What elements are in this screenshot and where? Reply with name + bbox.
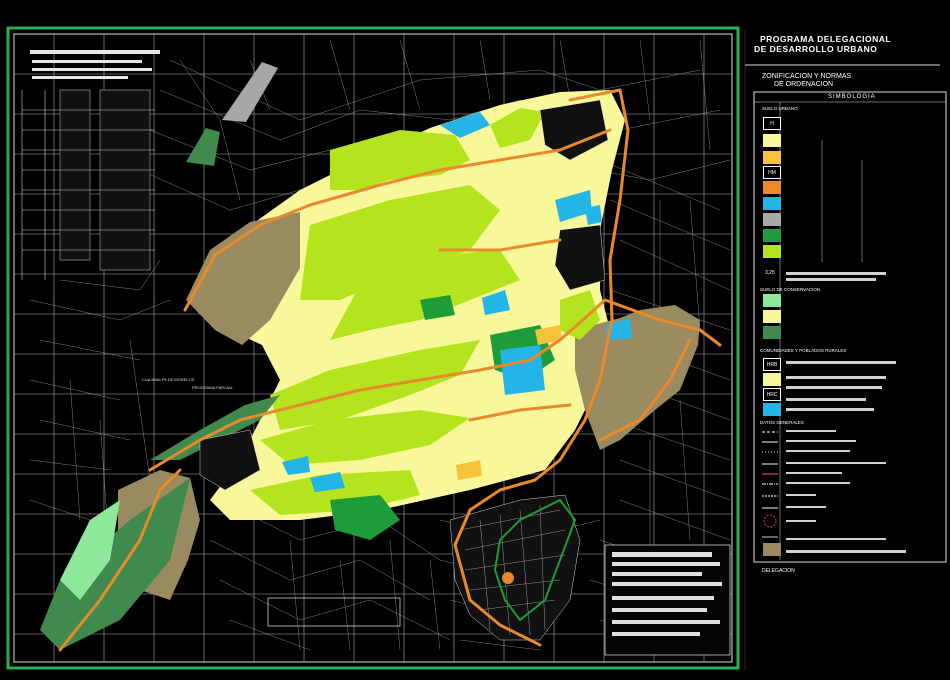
- swatch-rural-yellow: [763, 373, 781, 386]
- legend-code-hm: HM: [763, 166, 781, 179]
- swatch-equipamiento: [763, 197, 781, 210]
- plan-title-line1: ZONIFICACION Y NORMAS: [762, 73, 852, 80]
- swatch-industria: [763, 213, 781, 226]
- legend-code-h: H: [763, 117, 781, 130]
- map-label-cuajimalpa: CUAJIMALPA DE MORELOS: [142, 377, 195, 382]
- swatch-poblados: [763, 543, 781, 556]
- legend-heading: SIMBOLOGIA: [828, 94, 876, 100]
- map-label-programa-parcial: PROGRAMA PARCIAL: [192, 385, 234, 390]
- legend-section-urban: SUELO URBANO: [762, 106, 798, 111]
- swatch-mixto: [763, 181, 781, 194]
- legend-section-rural: COMUNIDADES Y POBLADOS RURALES: [760, 348, 847, 353]
- legend-code-hrc: HRC: [763, 388, 781, 401]
- swatch-habitacional: [763, 134, 781, 147]
- legend-number-label: 3,25: [765, 270, 775, 276]
- legend-section-general: DATOS GENERALES: [760, 420, 804, 425]
- plan-title-line2: DE ORDENACION: [774, 81, 834, 88]
- swatch-conservacion-dark: [763, 326, 781, 339]
- swatch-espacios-abiertos: [763, 229, 781, 242]
- swatch-rural-blue: [763, 403, 781, 416]
- program-title-line2: DE DESARROLLO URBANO: [754, 44, 878, 54]
- program-title-line1: PROGRAMA DELEGACIONAL: [760, 34, 892, 44]
- swatch-conservacion-yellow: [763, 310, 781, 323]
- legend-footer: DELEGACION: [762, 568, 795, 574]
- swatch-habitacional-comercial: [763, 151, 781, 164]
- legend-code-hrb: HRB: [763, 358, 781, 371]
- swatch-conservacion-light: [763, 294, 781, 307]
- zoning-map: [0, 0, 950, 680]
- legend-section-conservation: SUELO DE CONSERVACION: [760, 287, 821, 292]
- swatch-areas-verdes: [763, 245, 781, 258]
